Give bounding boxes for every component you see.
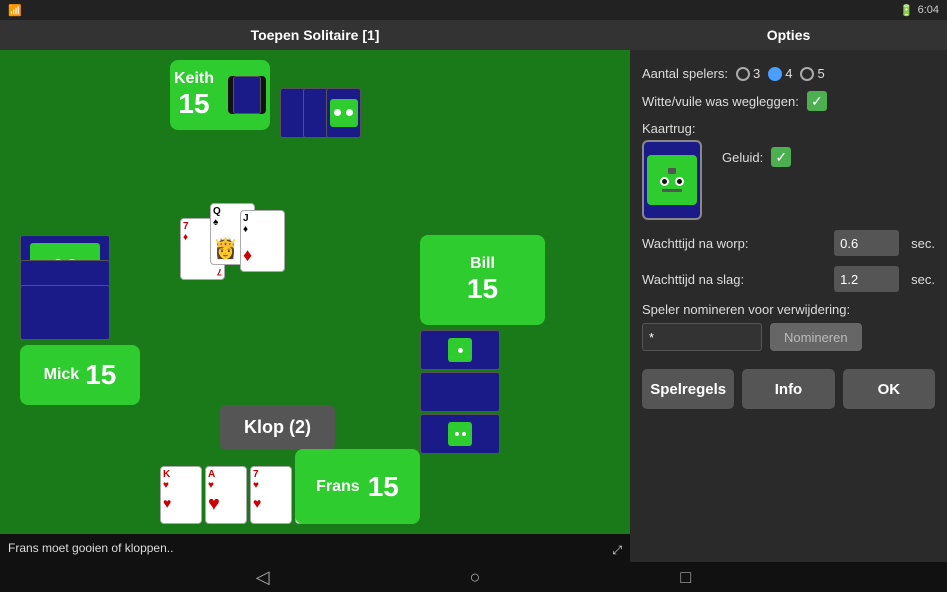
battery-icon: 🔋	[900, 4, 914, 17]
keith-cards	[280, 88, 361, 138]
nomineer-section: Speler nomineren voor verwijdering: Nomi…	[642, 302, 935, 351]
radio-3[interactable]: 3	[736, 66, 760, 81]
wachttijd-worp-row: Wachttijd na worp: sec.	[642, 230, 935, 256]
home-button[interactable]: ○	[470, 567, 481, 588]
card-king-hearts: K♥ ♥	[160, 466, 202, 524]
frans-score: 15	[368, 471, 399, 503]
nav-bar: ◁ ○ □	[0, 562, 947, 592]
bill-cards	[420, 330, 500, 454]
bill-name: Bill	[470, 255, 495, 273]
klop-button[interactable]: Klop (2)	[220, 405, 335, 450]
radio-5[interactable]: 5	[800, 66, 824, 81]
wachttijd-slag-sec: sec.	[911, 272, 935, 287]
frans-panel: Frans 15	[295, 449, 420, 524]
options-title: Opties	[630, 27, 947, 43]
witte-vuile-was-label: Witte/vuile was wegleggen:	[642, 94, 799, 109]
frans-name: Frans	[316, 478, 360, 496]
wachttijd-slag-input[interactable]	[834, 266, 899, 292]
geluid-row: Geluid: ✓	[722, 147, 791, 167]
spelers-radio-group: 3 4 5	[736, 66, 825, 81]
recent-button[interactable]: □	[680, 567, 691, 588]
bottom-status-bar: Frans moet gooien of kloppen.. ⤢	[0, 534, 630, 562]
kaartrug-monster	[647, 155, 697, 205]
action-buttons: Spelregels Info OK	[642, 369, 935, 409]
aantal-spelers-row: Aantal spelers: 3 4 5	[642, 66, 935, 81]
nomineer-input[interactable]	[642, 323, 762, 351]
radio-4-circle	[768, 67, 782, 81]
geluid-section: Geluid: ✓	[722, 121, 791, 167]
options-panel: Aantal spelers: 3 4 5 Witte/vuile was we…	[630, 50, 947, 562]
game-title: Toepen Solitaire [1]	[0, 27, 630, 43]
nomineer-input-row: Nomineren	[642, 323, 935, 351]
main-content: Keith 15	[0, 50, 947, 562]
card-jack: J♦ ♦	[240, 210, 285, 272]
kaartrug-geluid-row: Kaartrug:	[642, 121, 935, 220]
bill-panel: Bill 15	[420, 235, 545, 325]
wachttijd-slag-label: Wachttijd na slag:	[642, 272, 826, 287]
radio-5-circle	[800, 67, 814, 81]
radio-5-label: 5	[817, 66, 824, 81]
wachttijd-slag-row: Wachttijd na slag: sec.	[642, 266, 935, 292]
mick-score: 15	[85, 359, 116, 391]
card-ace-hearts: A♥ ♥	[205, 466, 247, 524]
radio-4[interactable]: 4	[768, 66, 792, 81]
keith-card-1	[228, 76, 266, 114]
nomineer-button[interactable]: Nomineren	[770, 323, 862, 351]
radio-3-label: 3	[753, 66, 760, 81]
fullscreen-button[interactable]: ⤢	[612, 543, 622, 558]
back-button[interactable]: ◁	[256, 567, 270, 588]
kaartrug-section: Kaartrug:	[642, 121, 702, 220]
status-message: Frans moet gooien of kloppen..	[8, 541, 173, 555]
keith-name: Keith	[174, 70, 214, 88]
mick-cards-stack	[20, 235, 110, 340]
kaartrug-label: Kaartrug:	[642, 121, 702, 136]
game-area: Keith 15	[0, 50, 630, 562]
mick-panel: Mick 15	[20, 345, 140, 405]
geluid-label: Geluid:	[722, 150, 763, 165]
wachttijd-worp-label: Wachttijd na worp:	[642, 236, 826, 251]
status-left-icons: 📶	[8, 4, 22, 17]
nomineer-label: Speler nomineren voor verwijdering:	[642, 302, 935, 317]
wachttijd-worp-sec: sec.	[911, 236, 935, 251]
kaartrug-card-display[interactable]	[642, 140, 702, 220]
bill-score: 15	[467, 273, 498, 305]
geluid-checkbox[interactable]: ✓	[771, 147, 791, 167]
wachttijd-worp-input[interactable]	[834, 230, 899, 256]
title-bar: Toepen Solitaire [1] Opties	[0, 20, 947, 50]
card-7-hearts: 7♥ ♥	[250, 466, 292, 524]
witte-vuile-was-row: Witte/vuile was wegleggen: ✓	[642, 91, 935, 111]
aantal-spelers-label: Aantal spelers:	[642, 66, 728, 81]
radio-4-label: 4	[785, 66, 792, 81]
witte-vuile-was-checkbox[interactable]: ✓	[807, 91, 827, 111]
keith-panel: Keith 15	[170, 60, 270, 130]
spelregels-button[interactable]: Spelregels	[642, 369, 734, 409]
radio-3-circle	[736, 67, 750, 81]
mick-name: Mick	[44, 366, 80, 384]
clock: 6:04	[918, 4, 939, 16]
info-button[interactable]: Info	[742, 369, 834, 409]
keith-score: 15	[178, 88, 209, 120]
ok-button[interactable]: OK	[843, 369, 935, 409]
status-bar: 📶 🔋 6:04	[0, 0, 947, 20]
